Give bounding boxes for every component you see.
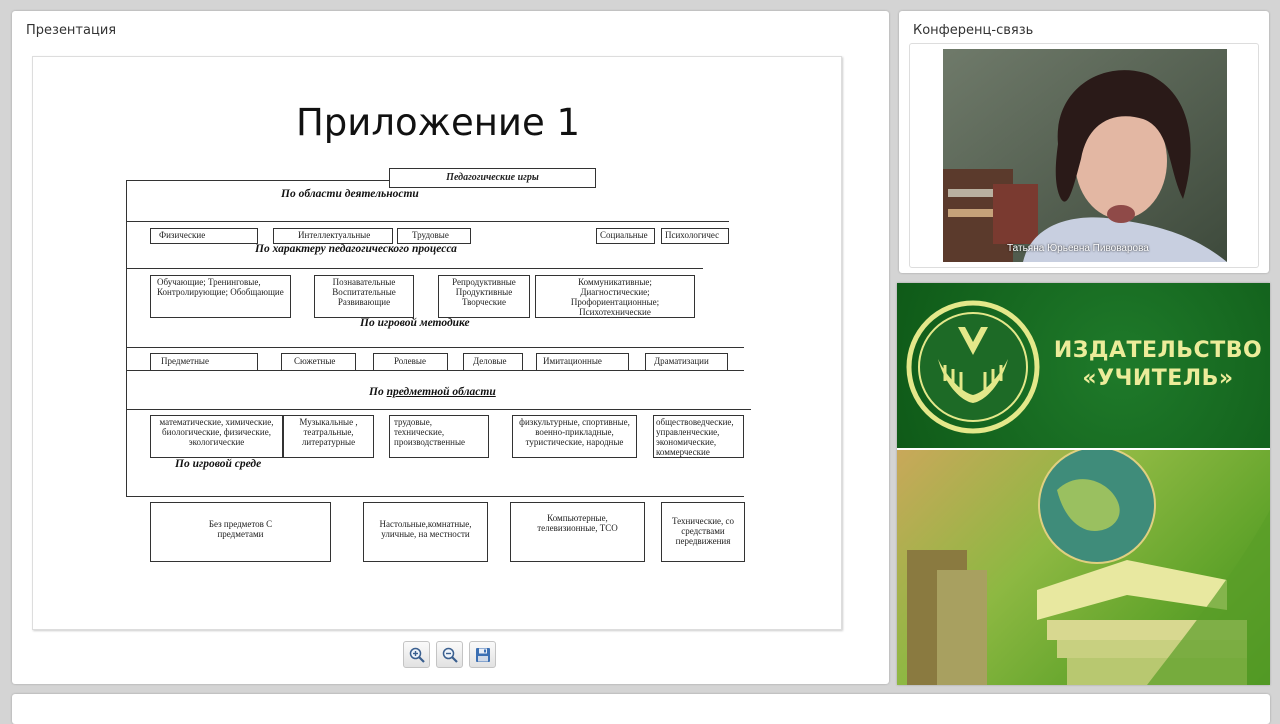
section-title-3: По игровой методике	[360, 317, 470, 329]
presentation-panel: Презентация Приложение 1 Педагогические …	[12, 11, 889, 684]
row1-box: Физические	[150, 228, 258, 244]
zoom-out-button[interactable]	[436, 641, 463, 668]
section-title-4-underlined: предметной области	[386, 386, 496, 398]
connector	[126, 496, 744, 497]
row1-box: Психологичес	[661, 228, 729, 244]
row2-box: Познавательные Воспитательные Развивающи…	[314, 275, 414, 318]
row4-box: физкультурные, спортивные, военно-прикла…	[512, 415, 637, 458]
section-title-4: По предметной области	[369, 386, 496, 398]
row1-box: Трудовые	[397, 228, 471, 244]
row4-box: обществоведческие, управленческие, эконо…	[653, 415, 744, 458]
row3-box: Имитационные	[536, 353, 629, 371]
save-icon	[476, 648, 490, 662]
section-title-1: По области деятельности	[281, 188, 419, 200]
section-title-5: По игровой среде	[175, 458, 262, 470]
row3-box: Ролевые	[373, 353, 448, 371]
zoom-out-icon	[442, 647, 458, 663]
row2-box: Репродуктивные Продуктивные Творческие	[438, 275, 530, 318]
books-globe-image	[907, 446, 1270, 685]
row3-box: Предметные	[150, 353, 258, 371]
conference-panel-title: Конференц-связь	[913, 23, 1034, 38]
row4-box: математические, химические, биологически…	[150, 415, 283, 458]
diagram-spine	[126, 180, 127, 496]
slide-heading: Приложение 1	[295, 101, 581, 144]
participant-video[interactable]: Татьяна Юрьевна Пивоварова	[943, 49, 1227, 262]
row5-box: Настольные,комнатные, уличные, на местно…	[363, 502, 488, 562]
connector	[126, 409, 751, 410]
row5-box: Без предметов С предметами	[150, 502, 331, 562]
connector	[126, 347, 744, 348]
publisher-logo	[906, 300, 1040, 434]
row1-box: Интеллектуальные	[273, 228, 393, 244]
row5-box: Компьютерные, телевизионные, ТСО	[510, 502, 645, 562]
banner-top: ИЗДАТЕЛЬСТВО «УЧИТЕЛЬ»	[897, 283, 1270, 448]
row1-box: Социальные	[596, 228, 655, 244]
zoom-in-icon	[409, 647, 425, 663]
presentation-panel-title: Презентация	[26, 23, 117, 38]
row5-box: Технические, со средствами передвижения	[661, 502, 745, 562]
connector	[126, 370, 744, 371]
row4-box: трудовые, технические, производственные	[389, 415, 489, 458]
connector	[126, 221, 729, 222]
banner-image	[897, 446, 1270, 685]
row3-box: Сюжетные	[281, 353, 356, 371]
row3-box: Деловые	[463, 353, 523, 371]
publisher-name: ИЗДАТЕЛЬСТВО «УЧИТЕЛЬ»	[1053, 337, 1263, 393]
row4-box: Музыкальные , театральные, литературные	[283, 415, 374, 458]
conference-panel: Конференц-связь Татьяна Юрьевна Пивоваро…	[899, 11, 1269, 273]
publisher-name-line1: ИЗДАТЕЛЬСТВО	[1053, 338, 1263, 363]
slide: Приложение 1 Педагогические игры По обла…	[32, 56, 842, 630]
publisher-banner: ИЗДАТЕЛЬСТВО «УЧИТЕЛЬ»	[897, 283, 1270, 685]
participant-name: Татьяна Юрьевна Пивоварова	[1007, 243, 1149, 254]
row2-box: Обучающие; Тренинговые, Контролирующие; …	[150, 275, 291, 318]
publisher-name-line2: «УЧИТЕЛЬ»	[1082, 366, 1234, 391]
section-title-4-prefix: По	[369, 386, 387, 398]
root-box: Педагогические игры	[389, 168, 596, 188]
row3-box: Драматизации	[645, 353, 728, 371]
save-button[interactable]	[469, 641, 496, 668]
zoom-in-button[interactable]	[403, 641, 430, 668]
connector	[126, 180, 389, 181]
section-title-2: По характеру педагогического процесса	[255, 243, 457, 255]
participant-avatar-image	[943, 49, 1227, 262]
row2-box: Коммуникативные; Диагностические; Профор…	[535, 275, 695, 318]
connector	[126, 268, 703, 269]
